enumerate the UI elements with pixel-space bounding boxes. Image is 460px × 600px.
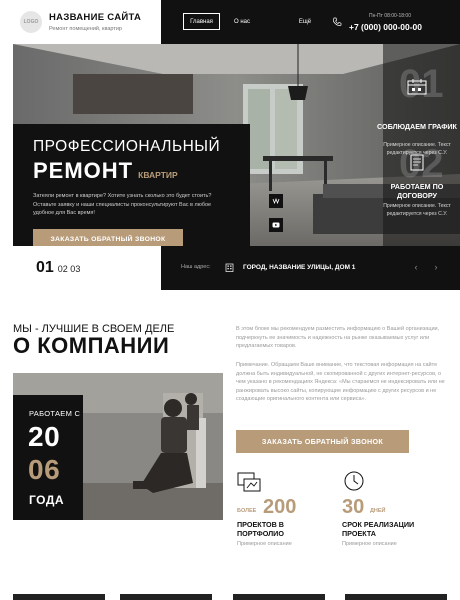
brand[interactable]: LOGO НАЗВАНИЕ САЙТА Ремонт помещений, кв… (0, 0, 161, 44)
page: LOGO НАЗВАНИЕ САЙТА Ремонт помещений, кв… (0, 0, 460, 600)
next-arrow-icon[interactable]: › (429, 260, 443, 274)
hero-callback-button[interactable]: ЗАКАЗАТЬ ОБРАТНЫЙ ЗВОНОК (33, 228, 183, 246)
site-header: LOGO НАЗВАНИЕ САЙТА Ремонт помещений, кв… (0, 0, 460, 44)
hero-title-line1: ПРОФЕССИОНАЛЬНЫЙ (33, 138, 221, 155)
bottom-card (233, 594, 325, 600)
stat-number: 30 (342, 496, 365, 518)
stat-prefix: БОЛЕЕ (237, 508, 257, 514)
stat-description: Примерное описание (342, 541, 397, 547)
stat-number: 200 (263, 496, 297, 518)
address-text: ГОРОД, НАЗВАНИЕ УЛИЦЫ, ДОМ 1 (243, 264, 356, 271)
phone-icon (332, 17, 342, 26)
contract-icon (410, 154, 424, 171)
about-paragraph-1: В этом блоке мы рекомендуем разместить и… (236, 326, 440, 350)
address-bar: Наш адрес: ГОРОД, НАЗВАНИЕ УЛИЦЫ, ДОМ 1 … (161, 246, 460, 290)
feature-title: РАБОТАЕМ ПО ДОГОВОРУ (390, 182, 444, 200)
years-bottom: 06 (28, 454, 61, 485)
hero-title-small: КВАРТИР (138, 170, 178, 180)
calendar-icon (407, 79, 427, 95)
site-subtitle: Ремонт помещений, квартир (49, 26, 122, 32)
feature-text: Примерное описание. Текст редактируется … (383, 203, 451, 217)
feature-title: СОБЛЮДАЕМ ГРАФИК (377, 122, 457, 131)
site-title: НАЗВАНИЕ САЙТА (49, 12, 142, 23)
slide-pager[interactable]: 01 02 03 (36, 259, 80, 277)
clock-icon (344, 471, 364, 491)
bottom-card (120, 594, 212, 600)
top-nav: Главная О нас Ещё Пн-Пт 08:00-18:00 +7 (… (161, 0, 460, 44)
years-top: 20 (28, 421, 61, 452)
building-icon (225, 263, 234, 272)
years-label: РАБОТАЕМ С (29, 409, 81, 418)
bottom-card (345, 594, 447, 600)
about-title: О КОМПАНИИ (13, 333, 170, 358)
social-links (269, 194, 283, 242)
years-word: ГОДА (29, 493, 65, 507)
bottom-card (13, 594, 105, 600)
youtube-icon[interactable] (269, 218, 283, 232)
hero-promo-card: ПРОФЕССИОНАЛЬНЫЙ РЕМОНТ КВАРТИР Затеяли … (13, 124, 250, 246)
slide-others[interactable]: 02 03 (58, 264, 81, 274)
hero-description: Затеяли ремонт в квартире? Хотите узнать… (33, 193, 212, 217)
slider-bar: 01 02 03 Наш адрес: ГОРОД, НАЗВАНИЕ УЛИЦ… (0, 246, 460, 290)
address-label: Наш адрес: (181, 264, 211, 270)
portfolio-icon (237, 472, 261, 492)
hero-section: ПРОФЕССИОНАЛЬНЫЙ РЕМОНТ КВАРТИР Затеяли … (13, 44, 460, 246)
phone-number[interactable]: +7 (000) 000-00-00 (349, 22, 422, 32)
about-callback-button[interactable]: ЗАКАЗАТЬ ОБРАТНЫЙ ЗВОНОК (236, 430, 409, 453)
working-hours: Пн-Пт 08:00-18:00 (369, 13, 411, 19)
logo: LOGO (20, 11, 42, 33)
slide-current[interactable]: 01 (36, 259, 54, 277)
nav-item-home[interactable]: Главная (183, 13, 220, 30)
nav-item-about[interactable]: О нас (231, 13, 253, 30)
stat-unit: ДНЕЙ (370, 508, 386, 514)
hero-title-big: РЕМОНТ (33, 158, 134, 183)
about-paragraph-2: Примечание. Обращаем Ваше внимание, что … (236, 362, 445, 403)
prev-arrow-icon[interactable]: ‹ (409, 260, 423, 274)
nav-item-more[interactable]: Ещё (297, 13, 313, 30)
vk-icon[interactable] (269, 194, 283, 208)
stat-title: СРОК РЕАЛИЗАЦИИ ПРОЕКТА (342, 520, 415, 539)
stat-description: Примерное описание (237, 541, 292, 547)
stat-title: ПРОЕКТОВ В ПОРТФОЛИО (237, 520, 284, 539)
